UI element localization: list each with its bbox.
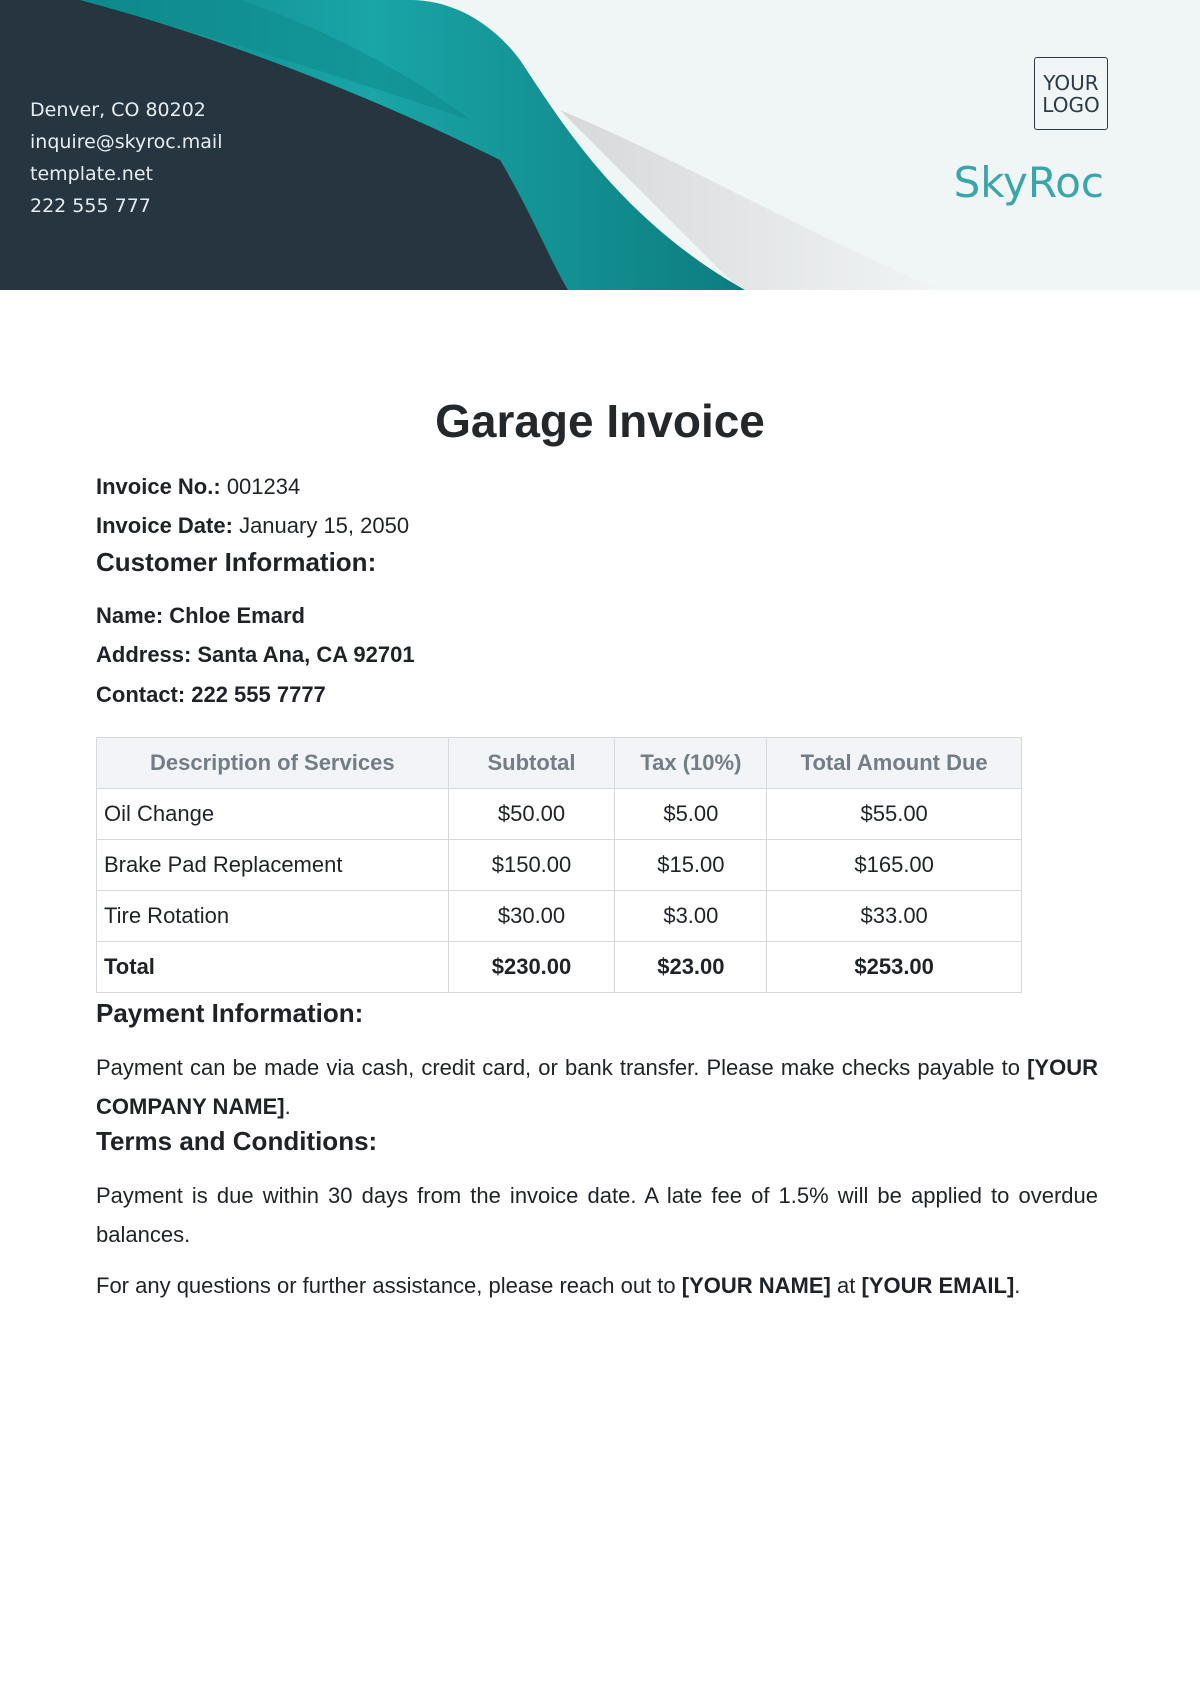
service-tax: $3.00	[614, 890, 768, 942]
your-email-placeholder: [YOUR EMAIL]	[861, 1273, 1015, 1298]
total-label: Total	[96, 941, 449, 993]
total-tax: $23.00	[614, 941, 768, 993]
invoice-date-label: Invoice Date:	[96, 513, 233, 538]
customer-contact-label: Contact:	[96, 682, 186, 707]
customer-address-label: Address:	[96, 642, 192, 667]
contact-paragraph: For any questions or further assistance,…	[96, 1266, 1098, 1305]
service-total: $55.00	[766, 788, 1022, 840]
company-contact-block: Denver, CO 80202 inquire@skyroc.mail tem…	[30, 94, 222, 222]
column-header-subtotal: Subtotal	[447, 737, 616, 789]
services-table: Description of Services Subtotal Tax (10…	[96, 737, 1022, 993]
invoice-number-label: Invoice No.:	[96, 474, 221, 499]
table-row: Brake Pad Replacement $150.00 $15.00 $16…	[96, 839, 1022, 891]
service-subtotal: $150.00	[447, 839, 616, 891]
service-subtotal: $50.00	[447, 788, 616, 840]
column-header-description: Description of Services	[96, 737, 449, 789]
customer-name-label: Name:	[96, 603, 164, 628]
logo-text-line1: YOUR	[1043, 70, 1099, 95]
logo-placeholder: YOUR LOGO	[1034, 57, 1108, 130]
payment-info-period: .	[284, 1094, 291, 1119]
contact-period: .	[1014, 1273, 1021, 1298]
company-website: template.net	[30, 163, 153, 185]
company-address: Denver, CO 80202	[30, 99, 206, 121]
customer-contact-line: Contact: 222 555 7777	[96, 682, 326, 708]
service-subtotal: $30.00	[447, 890, 616, 942]
service-description: Tire Rotation	[96, 890, 449, 942]
contact-at-text: at	[837, 1273, 856, 1298]
terms-heading: Terms and Conditions:	[96, 1126, 378, 1156]
your-name-placeholder: [YOUR NAME]	[681, 1273, 831, 1298]
service-total: $33.00	[766, 890, 1022, 942]
table-row: Tire Rotation $30.00 $3.00 $33.00	[96, 890, 1022, 942]
invoice-number-line: Invoice No.: 001234	[96, 474, 300, 500]
invoice-number-value: 001234	[226, 474, 301, 499]
company-phone: 222 555 777	[30, 195, 151, 217]
total-subtotal: $230.00	[447, 941, 616, 993]
service-tax: $15.00	[614, 839, 768, 891]
payment-info-text: Payment can be made via cash, credit car…	[96, 1055, 1020, 1080]
service-total: $165.00	[766, 839, 1022, 891]
service-description: Oil Change	[96, 788, 449, 840]
page-title: Garage Invoice	[435, 395, 765, 447]
customer-address-value: Santa Ana, CA 92701	[197, 642, 415, 667]
customer-name-value: Chloe Emard	[169, 603, 305, 628]
invoice-date-line: Invoice Date: January 15, 2050	[96, 513, 409, 539]
logo-text-line2: LOGO	[1042, 92, 1100, 117]
contact-prefix-text: For any questions or further assistance,…	[96, 1273, 676, 1298]
column-header-total-due: Total Amount Due	[766, 737, 1022, 789]
table-header-row: Description of Services Subtotal Tax (10…	[96, 737, 1022, 789]
customer-contact-value: 222 555 7777	[191, 682, 326, 707]
brand-name: SkyRoc	[953, 158, 1104, 207]
customer-name-line: Name: Chloe Emard	[96, 603, 305, 629]
table-total-row: Total $230.00 $23.00 $253.00	[96, 941, 1022, 993]
customer-info-heading: Customer Information:	[96, 547, 377, 577]
column-header-tax: Tax (10%)	[614, 737, 768, 789]
invoice-date-value: January 15, 2050	[239, 513, 410, 538]
header-banner: Denver, CO 80202 inquire@skyroc.mail tem…	[0, 0, 1200, 290]
payment-info-heading: Payment Information:	[96, 998, 364, 1028]
company-email: inquire@skyroc.mail	[30, 131, 223, 153]
terms-paragraph: Payment is due within 30 days from the i…	[96, 1183, 1098, 1247]
payment-info-paragraph: Payment can be made via cash, credit car…	[96, 1048, 1098, 1126]
customer-address-line: Address: Santa Ana, CA 92701	[96, 642, 415, 668]
service-tax: $5.00	[614, 788, 768, 840]
total-amount-due: $253.00	[766, 941, 1022, 993]
table-row: Oil Change $50.00 $5.00 $55.00	[96, 788, 1022, 840]
service-description: Brake Pad Replacement	[96, 839, 449, 891]
